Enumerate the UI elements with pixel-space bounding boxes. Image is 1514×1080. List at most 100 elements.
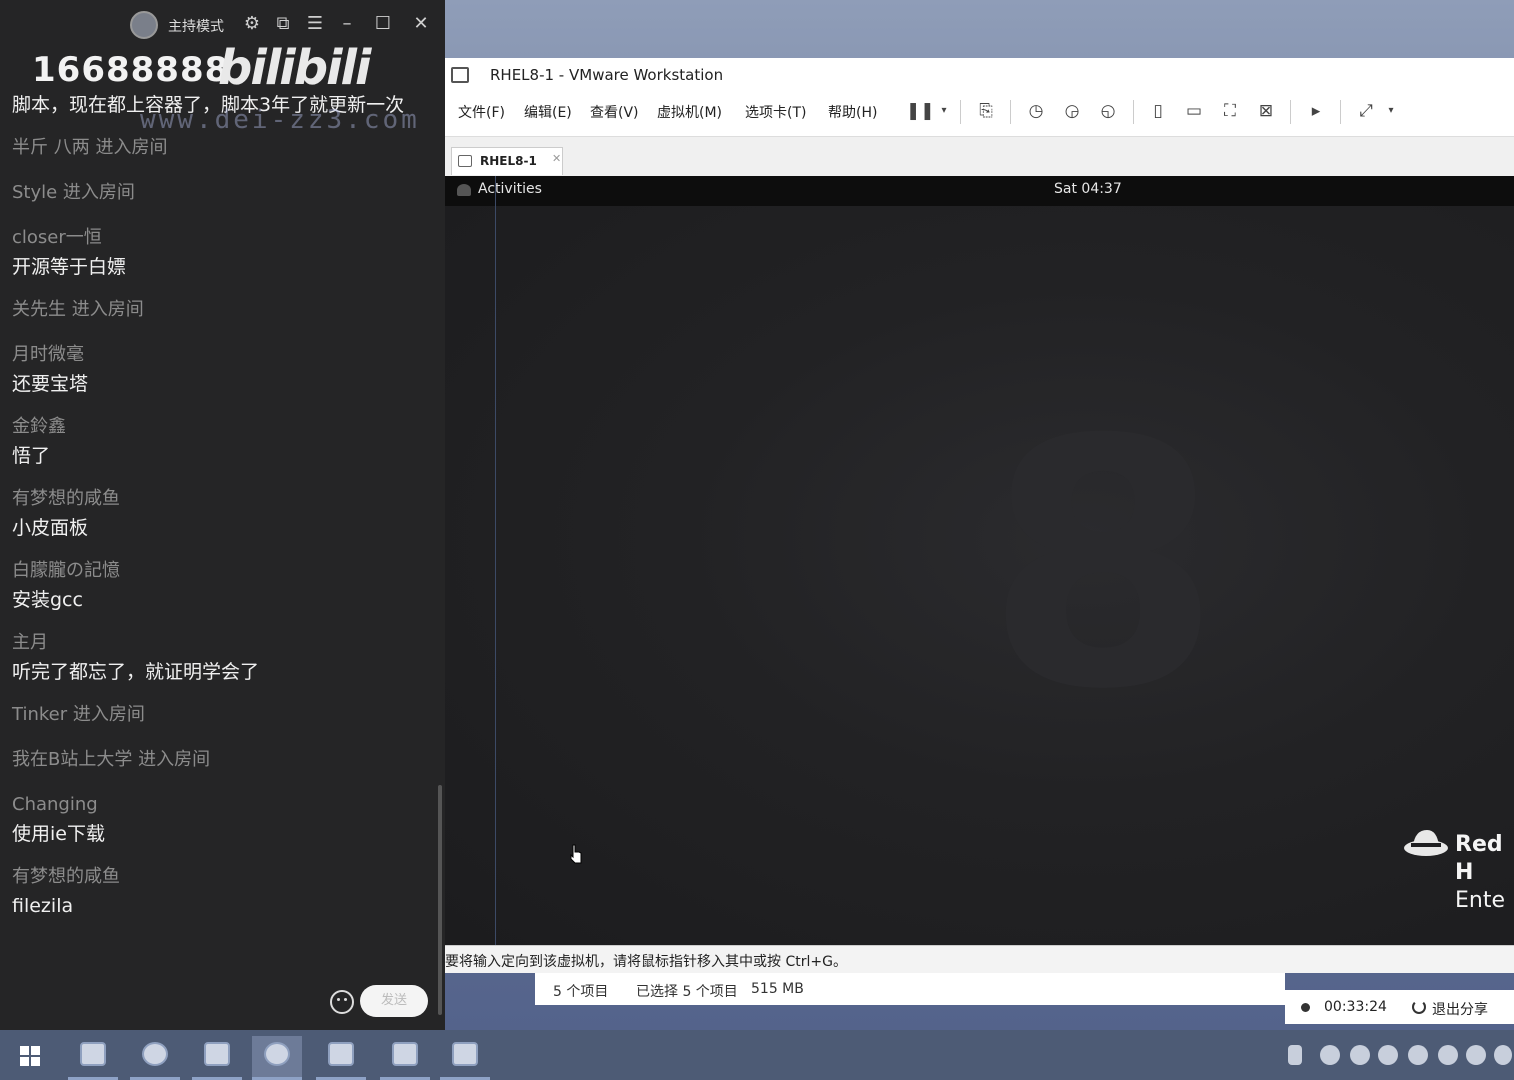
folder-icon — [80, 1042, 106, 1066]
tab-label: RHEL8-1 — [480, 154, 537, 168]
console-icon[interactable]: ▸ — [1305, 100, 1327, 122]
vmware-app-icon — [451, 67, 469, 83]
items-count: 5 个项目 — [553, 984, 609, 1000]
close-icon[interactable]: ✕ — [410, 13, 432, 35]
chat-message: 金鈴鑫 悟了 — [12, 413, 432, 471]
chat-username[interactable]: 月时微毫 — [12, 341, 432, 369]
chat-username[interactable]: Changing — [12, 791, 432, 819]
chat-username[interactable]: 白朦朧の記憶 — [12, 557, 432, 585]
chat-message: 月时微毫 还要宝塔 — [12, 341, 432, 399]
revert-snapshot-icon[interactable]: ◶ — [1061, 100, 1083, 122]
tray-app-icon[interactable] — [1494, 1045, 1512, 1065]
chat-message-list[interactable]: 脚本，现在都上容器了，脚本3年了就更新一次 半斤 八两 进入房间 Style 进入房… — [12, 90, 432, 935]
chat-message: 有梦想的咸鱼 小皮面板 — [12, 485, 432, 543]
chat-scrollbar[interactable] — [438, 785, 442, 1015]
unity-icon[interactable]: ⊠ — [1255, 100, 1277, 122]
guest-screen[interactable]: Activities Sat 04:37 8 Red H Ente — [445, 176, 1514, 945]
chat-username[interactable]: 有梦想的咸鱼 — [12, 485, 432, 513]
menu-icon[interactable]: ☰ — [304, 13, 326, 35]
host-mode-label[interactable]: 主持模式 — [168, 16, 224, 36]
chat-username[interactable]: 主月 — [12, 629, 432, 657]
selected-size: 515 MB — [751, 981, 804, 997]
mouse-cursor-icon — [570, 844, 582, 864]
chat-message-text: filezila — [12, 895, 74, 917]
redhat-logo-icon — [1404, 830, 1448, 856]
taskbar-terminal-app[interactable] — [316, 1036, 366, 1080]
send-button[interactable]: 发送 — [360, 985, 428, 1017]
vmware-menubar: 文件(F) 编辑(E) 查看(V) 虚拟机(M) 选项卡(T) 帮助(H) ❚❚… — [445, 92, 1514, 136]
stretch-icon[interactable]: ⤢ — [1355, 100, 1377, 122]
qq-icon[interactable] — [1466, 1045, 1486, 1065]
chat-message-text: 开源等于白嫖 — [12, 256, 127, 278]
taskbar-live-app[interactable] — [252, 1036, 302, 1080]
menu-edit[interactable]: 编辑(E) — [524, 102, 572, 122]
minimize-icon[interactable]: – — [336, 13, 358, 35]
pen-icon — [392, 1042, 418, 1066]
send-ctrl-alt-del-icon[interactable]: ⎘ — [975, 100, 997, 122]
taskbar-vmware[interactable] — [192, 1036, 242, 1080]
chat-enter-notice: 我在B站上大学 进入房间 — [12, 749, 211, 770]
windows-taskbar — [0, 1030, 1514, 1080]
popout-icon[interactable]: ⧉ — [272, 13, 294, 35]
taskbar-file-explorer[interactable] — [68, 1036, 118, 1080]
menu-view[interactable]: 查看(V) — [590, 102, 639, 122]
chat-bubble-icon — [264, 1042, 290, 1066]
snapshot-manager-icon[interactable]: ◵ — [1097, 100, 1119, 122]
chat-username[interactable]: 有梦想的咸鱼 — [12, 863, 432, 891]
activities-button[interactable]: Activities — [478, 181, 542, 197]
chat-message: 有梦想的咸鱼 filezila — [12, 863, 432, 921]
chat-message-text: 还要宝塔 — [12, 373, 89, 395]
qq-icon[interactable] — [1378, 1045, 1398, 1065]
emoji-button[interactable] — [330, 990, 354, 1014]
watermark-text: www.dei-zz3.com — [140, 105, 420, 135]
microphone-icon[interactable] — [1288, 1045, 1302, 1065]
chat-username[interactable]: closer一恒 — [12, 224, 432, 252]
menu-vm[interactable]: 虚拟机(M) — [657, 102, 722, 122]
vertical-guide-line — [495, 176, 496, 945]
gnome-top-bar: Activities Sat 04:37 — [445, 176, 1514, 206]
taskbar-editor-app[interactable] — [380, 1036, 430, 1080]
windows-start-icon[interactable] — [20, 1046, 40, 1066]
vm-tabstrip: RHEL8-1 ✕ — [445, 136, 1514, 176]
chat-username[interactable]: 金鈴鑫 — [12, 413, 432, 441]
live-chat-panel: 主持模式 ⚙ ⧉ ☰ – ☐ ✕ 脚本，现在都上容器了，脚本3年了就更新一次 半斤… — [0, 0, 445, 1030]
chat-message-text: 使用ie下载 — [12, 823, 105, 845]
gnome-clock[interactable]: Sat 04:37 — [1054, 181, 1122, 197]
tray-app-icon[interactable] — [1320, 1045, 1340, 1065]
vmware-icon — [204, 1042, 230, 1066]
stop-share-button[interactable]: 退出分享 — [1432, 999, 1488, 1019]
chat-message: closer一恒开源等于白嫖 — [12, 224, 432, 282]
share-timer: 00:33:24 — [1324, 999, 1387, 1015]
rhel-wallpaper: 8 — [445, 206, 1514, 945]
pause-icon[interactable]: ❚❚ — [906, 100, 935, 122]
menu-help[interactable]: 帮助(H) — [828, 102, 877, 122]
chat-enter-notice: 关先生 进入房间 — [12, 299, 144, 320]
redhat-brand-text: Red H Ente — [1455, 831, 1514, 915]
taskbar-browser[interactable] — [130, 1036, 180, 1080]
menu-file[interactable]: 文件(F) — [458, 102, 505, 122]
qq-icon[interactable] — [1408, 1045, 1428, 1065]
tray-app-icon[interactable] — [1350, 1045, 1370, 1065]
activities-icon — [457, 184, 471, 196]
fullscreen-icon[interactable]: ⛶ — [1219, 100, 1241, 122]
snapshot-icon[interactable]: ◷ — [1025, 100, 1047, 122]
bilibili-logo: bilibili — [218, 40, 371, 96]
library-icon[interactable]: ▯ — [1147, 100, 1169, 122]
thumbnail-bar-icon[interactable]: ▭ — [1183, 100, 1205, 122]
tab-rhel8-1[interactable]: RHEL8-1 ✕ — [451, 147, 563, 175]
taskbar-screen-app[interactable] — [440, 1036, 490, 1080]
chat-message-text: 悟了 — [12, 445, 51, 467]
host-avatar[interactable] — [130, 11, 158, 39]
stretch-dropdown-icon[interactable]: ▾ — [1380, 100, 1402, 122]
room-number: 16688888 — [32, 50, 230, 90]
maximize-icon[interactable]: ☐ — [372, 13, 394, 35]
pause-dropdown-icon[interactable]: ▾ — [933, 100, 955, 122]
power-icon — [1412, 1000, 1426, 1014]
menu-tabs[interactable]: 选项卡(T) — [745, 102, 806, 122]
input-hint-text: 要将输入定向到该虚拟机，请将鼠标指针移入其中或按 Ctrl+G。 — [445, 954, 847, 970]
qq-icon[interactable] — [1438, 1045, 1458, 1065]
vm-tab-icon — [458, 155, 472, 167]
chat-message: 主月 听完了都忘了，就证明学会了 — [12, 629, 432, 687]
settings-icon[interactable]: ⚙ — [241, 13, 263, 35]
tab-close-icon[interactable]: ✕ — [552, 152, 561, 165]
